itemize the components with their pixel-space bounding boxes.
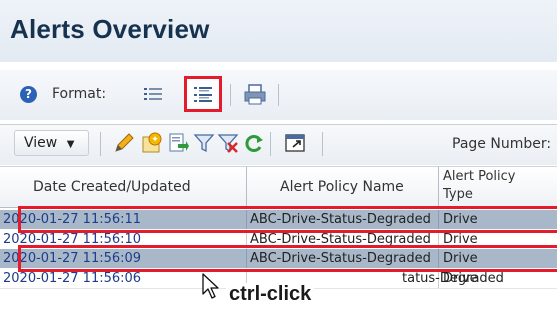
detach-icon[interactable] [283,132,307,154]
print-icon[interactable] [243,84,267,106]
page-title: Alerts Overview [10,14,210,44]
format-label: Format: [52,86,107,102]
new-alert-icon[interactable]: ✦ [140,132,164,154]
mouse-cursor-icon [202,273,219,299]
column-header-label: Alert Policy Name [280,179,404,195]
toolbar-divider [100,132,101,156]
list-view-icon[interactable] [143,86,163,103]
toolbar-divider [278,84,279,106]
edit-pencil-icon[interactable] [112,132,136,154]
view-menu-button[interactable]: View ▼ [14,130,89,156]
column-header-policy-type[interactable]: Alert Policy Type [439,166,557,208]
toolbar-divider [322,132,323,156]
toolbar-divider [270,132,271,156]
selection-highlight [18,206,557,233]
clear-filter-icon[interactable] [216,132,240,154]
column-header-policy-name[interactable]: Alert Policy Name [247,166,439,208]
column-header-date[interactable]: Date Created/Updated [0,166,247,208]
help-icon[interactable]: ? [20,86,37,103]
selection-highlight [18,245,557,272]
export-icon[interactable] [166,132,190,154]
filter-icon[interactable] [192,132,216,154]
refresh-icon[interactable] [242,132,266,154]
detail-view-icon [194,87,212,102]
column-header-label: Date Created/Updated [33,179,191,195]
view-label: View [24,135,58,151]
toolbar-divider [230,84,231,106]
chevron-down-icon: ▼ [66,139,75,150]
ctrl-click-annotation: ctrl-click [226,283,315,306]
column-header-label: Alert Policy [443,169,516,184]
page-number-label: Page Number: [452,136,552,152]
detail-view-button[interactable] [184,76,222,112]
svg-text:✦: ✦ [151,135,159,145]
column-header-label: Type [443,187,473,202]
